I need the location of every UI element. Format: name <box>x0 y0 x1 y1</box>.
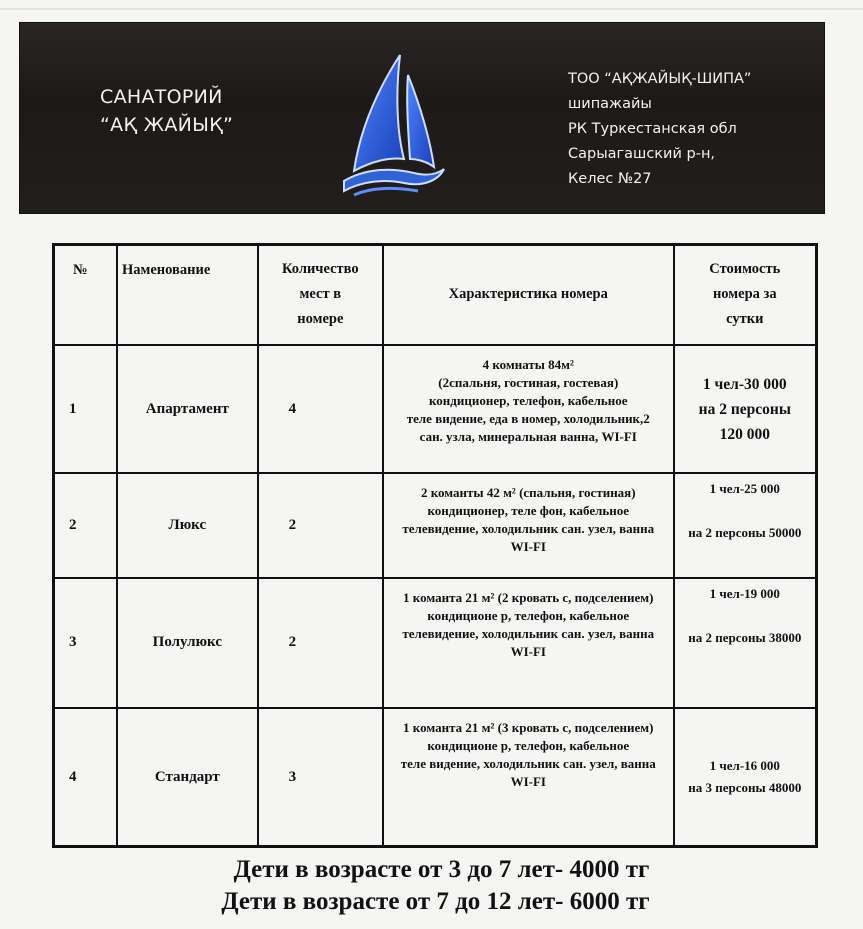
description-line: теле видение, еда в номер, холодильник,2 <box>406 410 650 426</box>
room-description: 4 комнаты 84м² (2спальня, гостиная, гост… <box>381 343 675 475</box>
table-row: 2 Люкс 2 2 команты 42 м² (спальня, гости… <box>52 472 818 579</box>
description-line: теле видение, холодильник сан. узел, ван… <box>400 756 656 772</box>
header-name: Наменование <box>115 243 259 346</box>
description-line: WI-FI <box>510 539 546 555</box>
description-line: WI-FI <box>510 643 546 659</box>
header-price: Стоимость номера за сутки <box>672 243 818 346</box>
price-line: на 2 персоны <box>698 400 791 418</box>
children-price-3-7: Дети в возрасте от 3 до 7 лет- 4000 тг <box>233 856 650 883</box>
sanatorium-name-line2: “АҚ ЖАЙЫҚ” <box>100 114 234 136</box>
row-number: 3 <box>52 576 118 710</box>
description-line: 1 команта 21 м² (3 кровать с, подселение… <box>403 720 654 736</box>
address-line: Сарыагашский р-н, <box>568 146 716 162</box>
room-price: 1 чел-25 000 на 2 персоны 50000 <box>672 472 818 579</box>
price-line: 1 чел-19 000 <box>709 585 780 601</box>
address-line: Келес №27 <box>568 171 652 187</box>
room-capacity: 3 <box>256 707 384 848</box>
description-line: WI-FI <box>510 774 546 790</box>
room-name: Апартамент <box>115 343 259 475</box>
price-spacer <box>679 498 811 524</box>
room-capacity: 4 <box>256 343 384 475</box>
table-row: 4 Стандарт 3 1 команта 21 м² (3 кровать … <box>52 707 818 848</box>
children-price-7-12: Дети в возрасте от 7 до 12 лет- 6000 тг <box>221 888 650 915</box>
price-line: на 3 персоны 48000 <box>688 780 802 795</box>
sanatorium-banner: САНАТОРИЙ “АҚ ЖАЙЫҚ” ТОО “АҚЖАЙЫҚ-ШИПА” … <box>19 22 825 214</box>
header-number: № <box>52 243 118 346</box>
room-description: 2 команты 42 м² (спальня, гостиная) конд… <box>381 472 675 579</box>
room-price: 1 чел-16 000 на 3 персоны 48000 <box>672 707 818 848</box>
price-line: 120 000 <box>719 425 770 443</box>
header-capacity-line: Количество <box>281 261 359 278</box>
price-spacer <box>679 603 811 629</box>
address-line: РК Туркестанская обл <box>568 121 737 137</box>
description-line: 4 комнаты 84м² <box>482 356 574 372</box>
price-line: 1 чел-16 000 <box>709 758 780 773</box>
room-price: 1 чел-30 000 на 2 персоны 120 000 <box>672 343 818 475</box>
header-description: Характеристика номера <box>381 243 675 346</box>
description-line: кондиционер, телефон, кабельное <box>428 392 628 408</box>
description-line: кондиционер, теле фон, кабельное <box>427 503 630 519</box>
description-line: (2спальня, гостиная, гостевая) <box>438 374 619 390</box>
room-capacity: 2 <box>256 576 384 710</box>
row-number: 1 <box>52 343 118 475</box>
description-line: 2 команты 42 м² (спальня, гостиная) <box>420 485 636 501</box>
sanatorium-address: ТОО “АҚЖАЙЫҚ-ШИПА” шипажайы РК Туркестан… <box>568 67 824 192</box>
description-line: телевидение, холодильник сан. узел, ванн… <box>402 625 655 641</box>
page-edge <box>0 8 863 10</box>
price-line: на 2 персоны 50000 <box>688 525 802 541</box>
room-name: Полулюкс <box>115 576 259 710</box>
room-description: 1 команта 21 м² (2 кровать с, подселение… <box>381 576 675 710</box>
room-capacity: 2 <box>256 472 384 579</box>
table-row: 1 Апартамент 4 4 комнаты 84м² (2спальня,… <box>52 343 818 475</box>
room-price-table: № Наменование Количество мест в номере Х… <box>52 243 818 848</box>
table-header-row: № Наменование Количество мест в номере Х… <box>52 243 818 346</box>
sanatorium-name-line1: САНАТОРИЙ <box>100 86 223 108</box>
header-price-line: номера за <box>712 286 777 303</box>
description-line: 1 команта 21 м² (2 кровать с, подселение… <box>403 589 654 605</box>
room-description: 1 команта 21 м² (3 кровать с, подселение… <box>381 707 675 848</box>
header-capacity-line: мест в <box>299 286 342 303</box>
room-price: 1 чел-19 000 на 2 персоны 38000 <box>672 576 818 710</box>
description-line: телевидение, холодильник сан. узел, ванн… <box>402 521 655 537</box>
price-line: на 2 персоны 38000 <box>688 629 802 645</box>
description-line: кондиционе р, телефон, кабельное <box>427 607 630 623</box>
description-line: сан. узла, минеральная ванна, WI-FI <box>419 428 637 444</box>
row-number: 4 <box>52 707 118 848</box>
header-capacity: Количество мест в номере <box>256 243 384 346</box>
room-name: Стандарт <box>115 707 259 848</box>
price-line: 1 чел-25 000 <box>709 481 780 497</box>
sailboat-logo-icon <box>343 54 445 197</box>
header-capacity-line: номере <box>297 311 344 328</box>
row-number: 2 <box>52 472 118 579</box>
table-row: 3 Полулюкс 2 1 команта 21 м² (2 кровать … <box>52 576 818 710</box>
price-line: 1 чел-30 000 <box>702 375 787 393</box>
header-price-line: Стоимость <box>709 261 781 278</box>
sanatorium-name: САНАТОРИЙ “АҚ ЖАЙЫҚ” <box>100 83 233 139</box>
description-line: кондиционе р, телефон, кабельное <box>427 738 630 754</box>
address-line: ТОО “АҚЖАЙЫҚ-ШИПА” шипажайы <box>568 71 752 112</box>
room-name: Люкс <box>115 472 259 579</box>
header-price-line: сутки <box>726 311 764 328</box>
